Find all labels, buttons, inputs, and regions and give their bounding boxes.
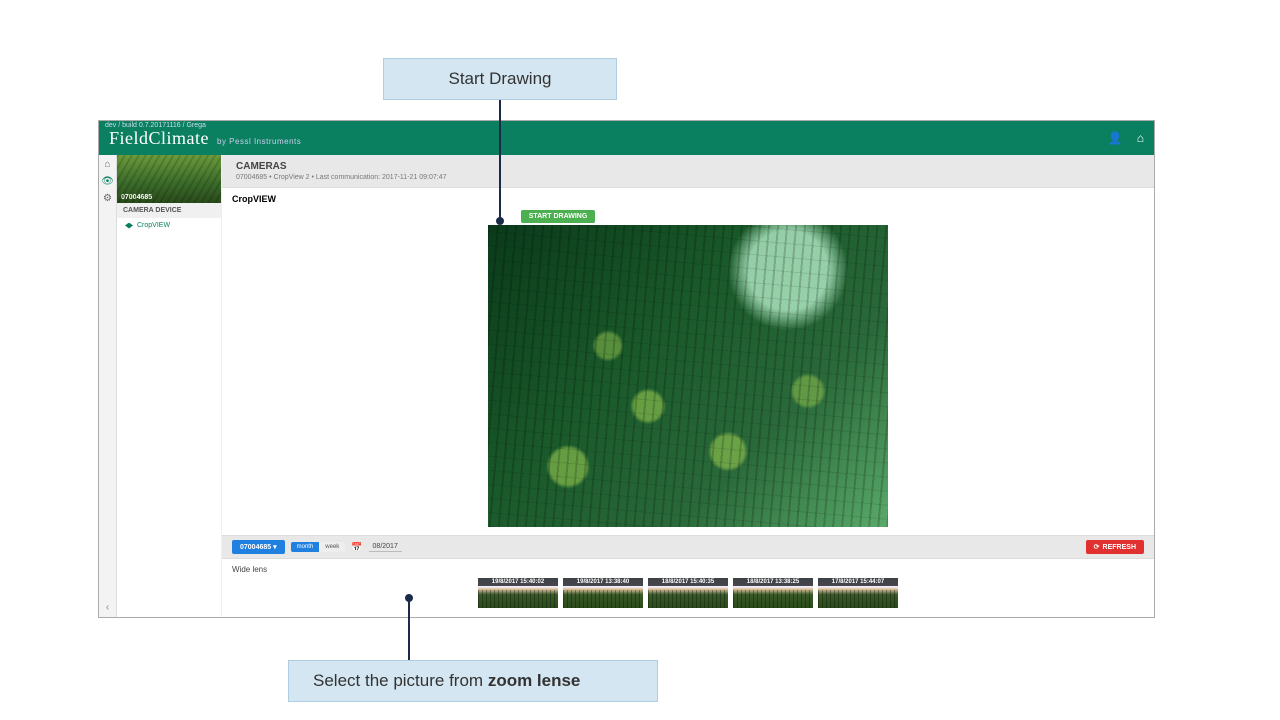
refresh-icon: ⟳: [1094, 543, 1100, 551]
rail-eye-icon[interactable]: 👁: [101, 176, 114, 187]
callout-start-drawing: Start Drawing: [383, 58, 617, 100]
topbar: dev / build 0.7.20171116 / Grega FieldCl…: [99, 121, 1154, 155]
period-toggle[interactable]: month week: [291, 542, 346, 552]
brand-name: FieldClimate: [109, 128, 209, 149]
sidebar-station-photo[interactable]: 07004685: [117, 155, 221, 203]
thumb-timestamp: 19/8/2017 13:38:40: [563, 578, 643, 586]
thumbnail[interactable]: 18/8/2017 15:40:35: [648, 578, 728, 608]
thumb-timestamp: 18/8/2017 13:38:25: [733, 578, 813, 586]
icon-rail: ⌂ 👁 ⚙ ‹: [99, 155, 117, 617]
sidebar: 07004685 CAMERA DEVICE CropVIEW: [117, 155, 222, 617]
sidebar-item-label: CropVIEW: [137, 222, 170, 229]
station-dropdown[interactable]: 07004685 ▾: [232, 540, 285, 554]
thumbnail[interactable]: 19/8/2017 13:38:40: [563, 578, 643, 608]
thumb-timestamp: 19/8/2017 15:40:02: [478, 578, 558, 586]
sidebar-item-cropview[interactable]: CropVIEW: [117, 218, 221, 233]
home-icon[interactable]: ⌂: [1137, 131, 1144, 145]
thumbnail[interactable]: 19/8/2017 15:40:02: [478, 578, 558, 608]
lens-title: Wide lens: [232, 565, 1144, 574]
sidebar-section-header: CAMERA DEVICE: [117, 203, 221, 218]
thumbnail[interactable]: 17/8/2017 15:44:07: [818, 578, 898, 608]
toggle-month[interactable]: month: [291, 542, 320, 552]
brand-sub: by Pessl Instruments: [217, 137, 301, 146]
brand: FieldClimate by Pessl Instruments: [109, 128, 301, 149]
toggle-week[interactable]: week: [319, 542, 345, 552]
filter-bar: 07004685 ▾ month week 📅 08/2017 ⟳ REFRES…: [222, 535, 1154, 559]
thumbnail[interactable]: 18/8/2017 13:38:25: [733, 578, 813, 608]
callout-text: Select the picture from: [313, 671, 488, 690]
leaf-icon: [125, 223, 133, 229]
rail-gear-icon[interactable]: ⚙: [103, 193, 112, 204]
rail-expand-icon[interactable]: ‹: [106, 602, 109, 617]
start-drawing-button[interactable]: START DRAWING: [521, 210, 596, 223]
thumbnail-row: 19/8/2017 15:40:02 19/8/2017 13:38:40 18…: [232, 578, 1144, 608]
sidebar-station-id: 07004685: [121, 194, 152, 201]
rail-home-icon[interactable]: ⌂: [104, 159, 110, 170]
calendar-icon[interactable]: 📅: [351, 542, 362, 553]
build-info: dev / build 0.7.20171116 / Grega: [105, 122, 206, 129]
callout-dot-top: [496, 217, 504, 225]
thumb-timestamp: 17/8/2017 15:44:07: [818, 578, 898, 586]
lens-section: Wide lens 19/8/2017 15:40:02 19/8/2017 1…: [222, 559, 1154, 608]
main-crop-photo[interactable]: [488, 225, 888, 527]
callout-bold: zoom lense: [488, 671, 581, 690]
user-icon[interactable]: 👤: [1108, 131, 1123, 145]
main-area: CAMERAS 07004685 • CropView 2 • Last com…: [222, 155, 1154, 617]
thumb-timestamp: 18/8/2017 15:40:35: [648, 578, 728, 586]
callout-zoom-lense: Select the picture from zoom lense: [288, 660, 658, 702]
callout-line-top: [499, 96, 501, 220]
panel-title: CropVIEW: [222, 188, 1154, 210]
app-window: dev / build 0.7.20171116 / Grega FieldCl…: [98, 120, 1155, 618]
refresh-button[interactable]: ⟳ REFRESH: [1086, 540, 1144, 554]
callout-dot-bottom: [405, 594, 413, 602]
callout-line-bottom: [408, 598, 410, 660]
date-field[interactable]: 08/2017: [369, 543, 402, 552]
page-title: CAMERAS: [236, 161, 1140, 172]
refresh-label: REFRESH: [1103, 544, 1136, 551]
page-subtitle: 07004685 • CropView 2 • Last communicati…: [236, 174, 1140, 181]
page-header: CAMERAS 07004685 • CropView 2 • Last com…: [222, 155, 1154, 188]
